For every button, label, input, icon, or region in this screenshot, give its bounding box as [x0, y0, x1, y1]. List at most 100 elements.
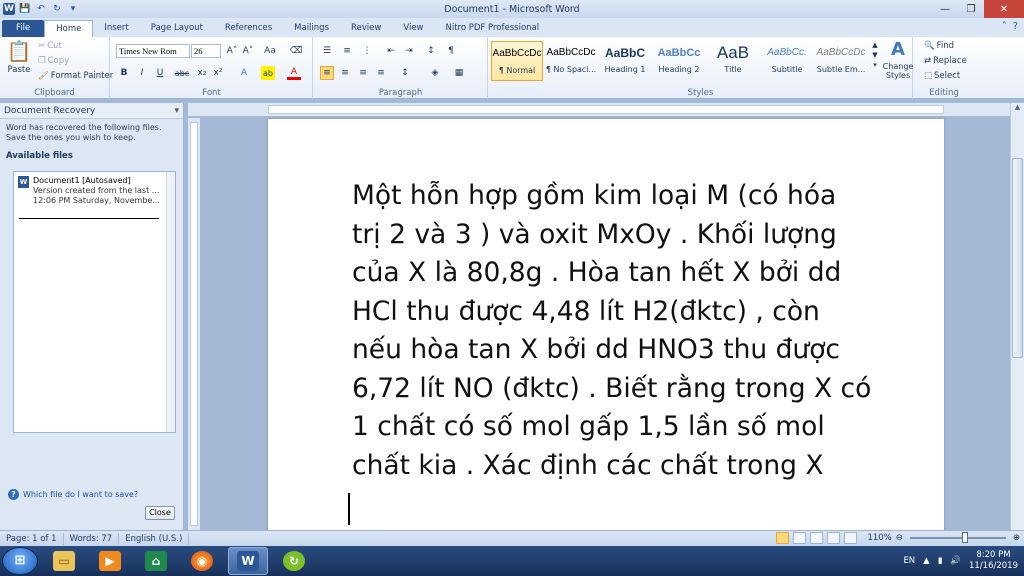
taskbar-firefox[interactable]: ◉ [182, 547, 222, 575]
show-marks-icon[interactable]: ¶ [444, 44, 458, 58]
taskbar-explorer[interactable]: ▭ [44, 547, 84, 575]
numbering-icon[interactable]: ≡ [340, 44, 354, 58]
tab-mailings[interactable]: Mailings [283, 20, 340, 37]
select-button[interactable]: ⬚ Select [924, 71, 960, 81]
increase-indent-icon[interactable]: ⇥ [402, 44, 416, 58]
font-color-button[interactable]: A [287, 66, 301, 80]
tab-view[interactable]: View [392, 20, 434, 37]
taskbar-app-green[interactable]: ⌂ [136, 547, 176, 575]
zoom-level[interactable]: 110% [867, 533, 891, 543]
volume-icon[interactable]: 🔊 [950, 556, 961, 566]
scrollbar-thumb[interactable] [1012, 158, 1023, 358]
styles-scroll[interactable]: ▲ ▼ ▾ [870, 41, 880, 81]
tab-references[interactable]: References [214, 20, 283, 37]
copy-button[interactable]: ❐ Copy [38, 56, 69, 66]
style-subtitle[interactable]: AaBbCc. Subtitle [761, 41, 813, 81]
justify-icon[interactable]: ≡ [374, 66, 388, 80]
format-painter-button[interactable]: 🖌 Format Painter [38, 71, 113, 81]
close-pane-button[interactable]: Close [145, 506, 175, 520]
bullets-icon[interactable]: ☰ [320, 44, 334, 58]
paste-button[interactable]: 📋 Paste [6, 39, 32, 75]
change-styles-button[interactable]: A Change Styles [883, 39, 914, 80]
print-layout-view-button[interactable] [776, 532, 790, 544]
style-heading-1[interactable]: AaBbC Heading 1 [599, 41, 651, 81]
input-language[interactable]: EN [903, 556, 915, 566]
help-icon[interactable]: ? [1013, 21, 1018, 32]
align-left-icon[interactable]: ≡ [320, 66, 334, 80]
change-case-button[interactable]: Aa [263, 44, 277, 58]
horizontal-ruler[interactable] [188, 103, 1010, 116]
help-link[interactable]: ? Which file do I want to save? [8, 489, 138, 500]
underline-button[interactable]: U [153, 66, 167, 80]
customize-qat-icon[interactable]: ▾ [67, 3, 79, 15]
zoom-out-icon[interactable]: ⊖ [896, 533, 903, 543]
tab-insert[interactable]: Insert [93, 20, 139, 37]
replace-button[interactable]: ⇄ Replace [924, 56, 967, 66]
multilevel-list-icon[interactable]: ⋮ [360, 44, 374, 58]
bold-button[interactable]: B [117, 66, 131, 80]
align-center-icon[interactable]: ≡ [338, 66, 352, 80]
style-heading-2[interactable]: AaBbCc Heading 2 [653, 41, 705, 81]
tab-home[interactable]: Home [44, 20, 94, 37]
web-layout-view-button[interactable] [810, 532, 824, 544]
italic-button[interactable]: I [135, 66, 149, 80]
shading-icon[interactable]: ◈ [428, 66, 442, 80]
save-icon[interactable]: 💾 [19, 3, 31, 15]
font-size-box[interactable]: 26 [191, 44, 221, 58]
draft-view-button[interactable] [844, 532, 858, 544]
vertical-scrollbar[interactable]: ▲ [1010, 103, 1024, 530]
language-indicator[interactable]: English (U.S.) [119, 532, 190, 545]
tab-review[interactable]: Review [340, 20, 392, 37]
scroll-up-arrow-icon[interactable]: ▲ [1011, 103, 1024, 115]
full-screen-view-button[interactable] [793, 532, 807, 544]
grow-font-button[interactable]: A˄ [225, 44, 239, 58]
taskbar-word[interactable]: W [228, 547, 268, 575]
taskbar-media-player[interactable]: ▶ [90, 547, 130, 575]
style-title[interactable]: AaB Title [707, 41, 759, 81]
close-window-button[interactable]: ✕ [984, 0, 1024, 18]
pane-menu-icon[interactable]: ▾ [174, 103, 179, 119]
tab-file[interactable]: File [2, 20, 45, 37]
highlight-button[interactable]: ab [261, 66, 275, 80]
line-spacing-icon[interactable]: ↕ [398, 66, 412, 80]
file-list-scrollbar[interactable] [166, 172, 175, 432]
clock[interactable]: 8:20 PM 11/16/2019 [969, 550, 1018, 572]
page-count[interactable]: Page: 1 of 1 [0, 532, 64, 545]
zoom-in-icon[interactable]: ⊕ [1013, 533, 1020, 543]
borders-icon[interactable]: ▦ [452, 66, 466, 80]
minimize-button[interactable]: — [932, 0, 958, 18]
document-page[interactable]: Một hỗn hợp gồm kim loại M (có hóa trị 2… [268, 119, 944, 530]
taskbar-app-lime[interactable]: ↻ [274, 547, 314, 575]
zoom-slider[interactable] [909, 532, 1006, 543]
decrease-indent-icon[interactable]: ⇤ [384, 44, 398, 58]
align-right-icon[interactable]: ≡ [356, 66, 370, 80]
superscript-button[interactable]: x² [211, 66, 225, 80]
sort-icon[interactable]: ↕ [424, 44, 438, 58]
network-icon[interactable]: ▮ [938, 556, 943, 566]
word-count[interactable]: Words: 77 [64, 532, 120, 545]
style-normal[interactable]: AaBbCcDc ¶ Normal [491, 41, 543, 81]
tab-nitro-pdf[interactable]: Nitro PDF Professional [435, 20, 551, 37]
restore-button[interactable]: ❐ [958, 0, 984, 18]
zoom-slider-thumb[interactable] [961, 532, 968, 543]
subscript-button[interactable]: x₂ [195, 66, 209, 80]
word-logo-icon[interactable]: W [3, 3, 15, 15]
document-body-text[interactable]: Một hỗn hợp gồm kim loại M (có hóa trị 2… [352, 177, 872, 485]
minimize-ribbon-icon[interactable]: ˄ [1002, 21, 1007, 32]
font-name-box[interactable]: Times New Rom [116, 44, 190, 58]
strikethrough-button[interactable]: abc [175, 66, 189, 80]
style-no-spacing[interactable]: AaBbCcDc ¶ No Spaci... [545, 41, 597, 81]
redo-icon[interactable]: ↻ [51, 3, 63, 15]
outline-view-button[interactable] [827, 532, 841, 544]
style-subtle-emphasis[interactable]: AaBbCcDc Subtle Em... [815, 41, 867, 81]
shrink-font-button[interactable]: A˅ [241, 44, 255, 58]
vertical-ruler[interactable] [188, 118, 200, 530]
start-button[interactable]: ⊞ [2, 547, 38, 575]
text-effects-button[interactable]: A [237, 66, 251, 80]
recovered-file-item[interactable]: W Document1 [Autosaved] Version created … [18, 176, 160, 206]
find-button[interactable]: 🔍 Find [924, 41, 954, 51]
tray-arrow-icon[interactable]: ▲ [923, 556, 930, 566]
clear-formatting-icon[interactable]: ⌫ [289, 44, 303, 58]
cut-button[interactable]: ✂ Cut [38, 41, 62, 51]
undo-icon[interactable]: ↶ [35, 3, 47, 15]
